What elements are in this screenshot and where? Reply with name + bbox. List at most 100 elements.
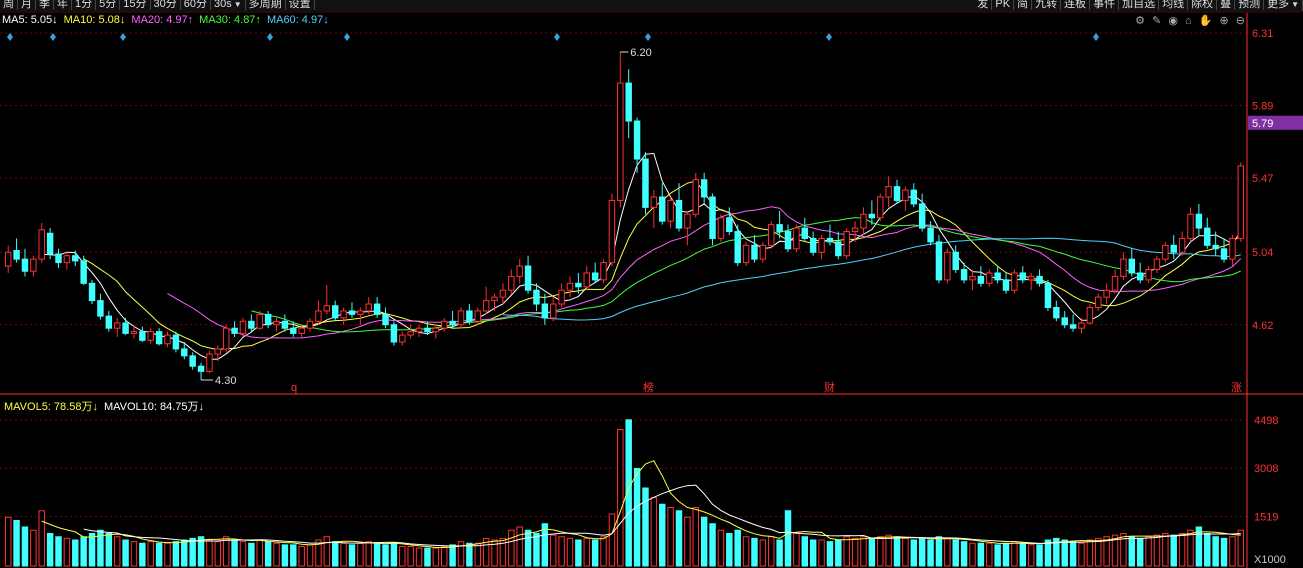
volume-bar-24 [206,539,213,567]
diamond-marker-5 [554,33,560,41]
diamond-marker-2 [120,33,126,41]
toolbar-right-button-4[interactable]: 连板 [1061,0,1091,10]
diamond-marker-1 [50,33,56,41]
volume-bar-41 [348,544,356,567]
candle-body-123 [1036,275,1043,284]
ma5-line [41,152,1242,360]
volume-bar-61 [516,526,523,567]
candle-body-4 [38,229,45,260]
candle-body-0 [4,251,12,267]
period-toolbar: 周月季年1分5分15分30分60分30s多周期设置 发PK简九转连板事件加自选均… [0,0,1303,13]
lock-icon[interactable]: ⌂ [1185,15,1192,27]
volume-bar-55 [466,542,473,567]
candle-body-63 [533,289,540,305]
kline-chart[interactable]: 6.31 5.89 5.47 5.04 4.62 5.79 4498 3008 1519 X100… [0,0,1303,568]
event-marker-2: 财 [824,380,835,394]
candle-body-62 [524,265,532,291]
volume-bar-145 [1220,537,1228,567]
toolbar-right-button-8[interactable]: 除权 [1188,0,1218,10]
toolbar-right-button-9[interactable]: 叠 [1217,0,1236,10]
toolbar-left-button-7[interactable]: 30分 [151,0,181,10]
toolbar-right-button-0[interactable]: 发 [974,0,993,10]
volume-bar-45 [382,544,389,567]
candle-body-111 [935,241,943,281]
volume-bar-128 [1078,542,1085,567]
vol-legend-item-1: MAVOL10: 84.75万↓ [103,401,205,413]
candle-body-101 [851,227,859,233]
candle-body-115 [969,275,976,281]
volume-bar-43 [365,541,372,567]
volume-bar-113 [952,539,959,567]
toolbar-right-button-1[interactable]: PK [992,0,1015,10]
zoom-in-icon[interactable]: ⊕ [1220,15,1229,27]
toolbar-left-button-8[interactable]: 60分 [181,0,211,10]
volume-bar-69 [583,537,590,567]
toolbar-right-button-10[interactable]: 预测 [1235,0,1265,10]
hand-icon[interactable]: ✋ [1199,15,1213,27]
volume-bar-130 [1095,537,1102,567]
candle-body-42 [357,310,364,315]
candle-body-68 [575,282,582,288]
toolbar-left-button-10[interactable]: 多周期 [246,0,286,10]
toolbar-right-button-11[interactable]: 更多 [1264,0,1303,11]
volume-bar-10 [88,533,96,567]
diamond-marker-8 [1093,33,1099,41]
volume-bar-100 [843,536,850,567]
volume-bar-53 [449,544,456,567]
candle-body-24 [206,353,213,372]
zoom-out-icon[interactable]: ⊖ [1236,15,1245,27]
toolbar-right-button-5[interactable]: 事件 [1090,0,1120,10]
toolbar-left-button-1[interactable]: 月 [18,0,36,10]
volume-bar-44 [373,542,381,567]
toolbar-right-button-3[interactable]: 九转 [1032,0,1062,10]
toolbar-right-button-2[interactable]: 简 [1014,0,1033,10]
candle-body-78 [659,196,666,222]
candle-body-19 [164,334,171,345]
candle-body-126 [1061,317,1068,326]
candle-body-54 [457,310,465,326]
toolbar-left-button-5[interactable]: 5分 [96,0,121,10]
candle-body-136 [1145,269,1152,281]
toolbar-left-button-0[interactable]: 周 [0,0,18,10]
eye-icon[interactable]: ◉ [1168,15,1178,27]
volume-bar-42 [357,542,364,567]
event-marker-3: 涨 [1231,381,1242,394]
volume-bar-83 [700,516,708,567]
volume-bar-119 [1002,542,1010,567]
toolbar-left-button-11[interactable]: 设置 [286,0,315,10]
candle-body-31 [264,313,272,326]
candle-body-124 [1044,282,1052,308]
volume-bar-15 [130,541,138,567]
volume-bar-97 [818,539,825,567]
volume-bar-71 [600,536,607,567]
candle-body-1 [13,250,20,260]
volume-bar-95 [801,536,809,567]
volume-bar-20 [172,541,180,567]
candle-body-89 [751,244,758,260]
volume-bar-70 [591,539,599,567]
current-price-label: 5.79 [1252,118,1273,130]
volume-bar-142 [1195,526,1203,567]
toolbar-left-button-2[interactable]: 季 [36,0,54,10]
toolbar-left-button-4[interactable]: 1分 [72,0,97,10]
volume-bar-147 [1237,529,1245,567]
candle-body-36 [306,320,314,329]
candle-body-125 [1053,306,1060,319]
toolbar-left-button-9[interactable]: 30s [211,0,246,11]
volume-bar-60 [508,529,515,567]
candle-body-2 [21,258,29,272]
volume-bar-22 [189,537,196,567]
candle-body-99 [835,241,842,257]
volume-bar-85 [717,529,725,567]
volume-bar-31 [264,541,272,567]
pen-icon[interactable]: ✎ [1152,15,1161,27]
candle-body-38 [323,305,331,312]
candle-body-90 [759,244,767,260]
toolbar-right-button-6[interactable]: 加自选 [1119,0,1160,10]
gear-icon[interactable]: ⚙ [1135,15,1145,27]
toolbar-right-button-7[interactable]: 均线 [1159,0,1189,10]
toolbar-left-button-6[interactable]: 15分 [120,0,151,10]
candle-body-91 [768,224,775,246]
toolbar-left-button-3[interactable]: 年 [54,0,72,10]
volume-bar-34 [290,544,297,567]
